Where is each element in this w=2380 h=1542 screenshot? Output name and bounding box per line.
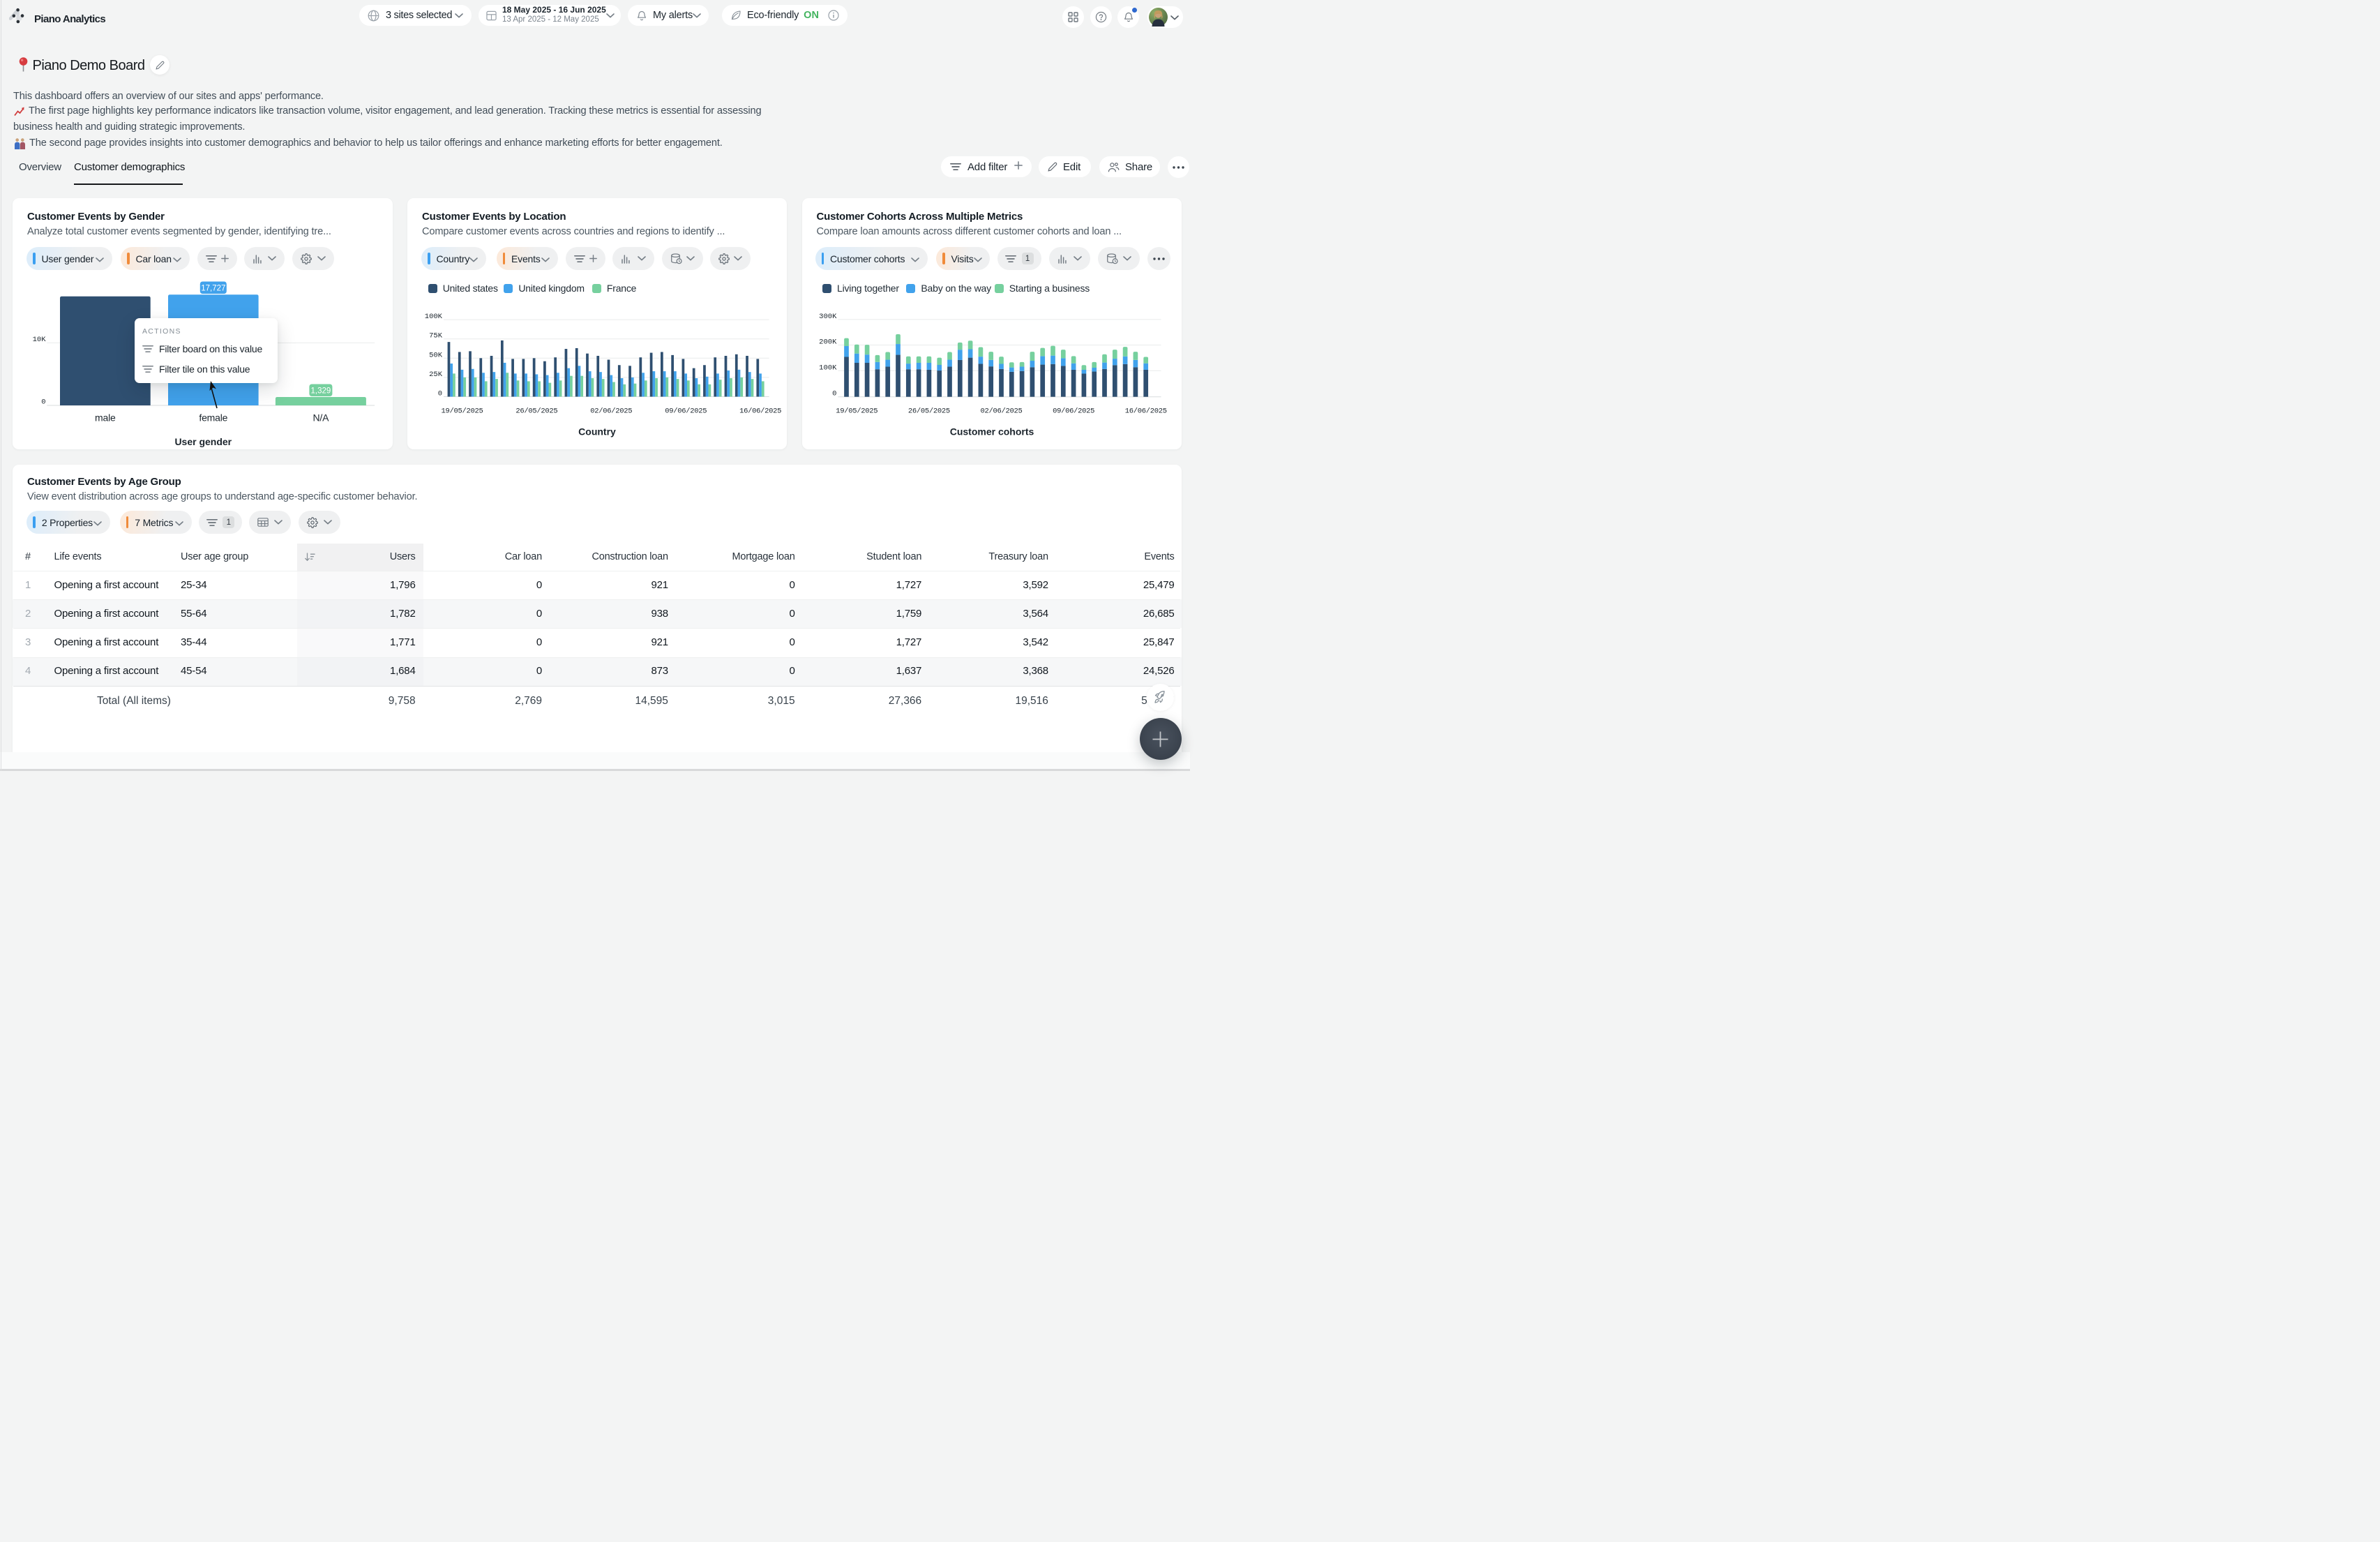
- svg-text:19/05/2025: 19/05/2025: [836, 407, 878, 415]
- svg-text:09/06/2025: 09/06/2025: [1053, 407, 1094, 415]
- svg-text:17,727: 17,727: [201, 285, 225, 293]
- svg-text:300K: 300K: [819, 313, 837, 321]
- svg-text:16/06/2025: 16/06/2025: [1124, 407, 1166, 415]
- svg-text:0: 0: [41, 398, 45, 407]
- svg-text:100K: 100K: [425, 313, 443, 321]
- svg-text:26/05/2025: 26/05/2025: [515, 407, 557, 415]
- svg-text:0: 0: [832, 390, 836, 398]
- svg-text:200K: 200K: [819, 338, 837, 347]
- svg-text:50K: 50K: [429, 351, 443, 359]
- svg-text:02/06/2025: 02/06/2025: [590, 407, 632, 415]
- svg-text:1,329: 1,329: [311, 387, 331, 396]
- svg-text:02/06/2025: 02/06/2025: [980, 407, 1022, 415]
- svg-text:16/06/2025: 16/06/2025: [739, 407, 781, 415]
- svg-text:N/A: N/A: [313, 412, 330, 424]
- svg-text:female: female: [199, 412, 227, 424]
- svg-text:10K: 10K: [33, 336, 47, 344]
- svg-text:09/06/2025: 09/06/2025: [665, 407, 707, 415]
- svg-text:User gender: User gender: [174, 436, 232, 447]
- svg-text:Customer cohorts: Customer cohorts: [949, 426, 1034, 437]
- svg-text:Country: Country: [578, 426, 616, 437]
- svg-text:25K: 25K: [429, 370, 443, 379]
- svg-text:male: male: [95, 412, 116, 424]
- svg-text:100K: 100K: [819, 364, 837, 372]
- svg-text:19/05/2025: 19/05/2025: [441, 407, 483, 415]
- svg-text:75K: 75K: [429, 332, 443, 340]
- svg-text:0: 0: [438, 390, 442, 398]
- svg-text:26/05/2025: 26/05/2025: [907, 407, 949, 415]
